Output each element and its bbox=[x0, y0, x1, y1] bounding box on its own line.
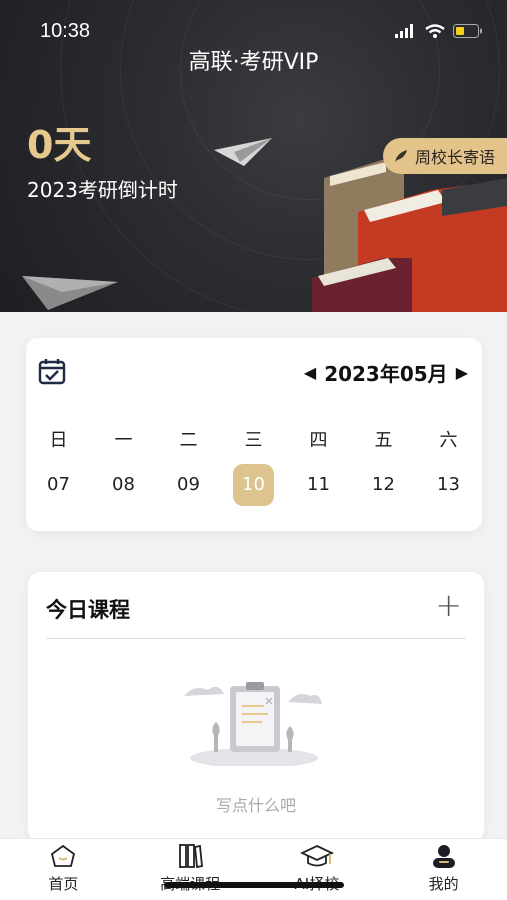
books-illustration bbox=[312, 160, 507, 312]
home-indicator bbox=[164, 882, 344, 888]
weekday-label: 四 bbox=[309, 430, 328, 451]
calendar-icon[interactable] bbox=[38, 357, 66, 385]
hero-banner: 10:38 高联·考研VIP 0天 2023考研倒计时 周校长寄语 bbox=[0, 0, 507, 312]
status-icons bbox=[395, 24, 483, 38]
today-course-card: 今日课程 + 写点什么吧 bbox=[28, 572, 484, 842]
date-cell[interactable]: 11 bbox=[298, 464, 339, 506]
paper-plane-icon bbox=[214, 138, 272, 166]
empty-clipboard-icon bbox=[184, 682, 322, 766]
tab-ai-school[interactable]: AI择校 bbox=[254, 839, 381, 900]
paper-plane-icon bbox=[22, 276, 118, 310]
add-course-button[interactable]: + bbox=[435, 586, 462, 624]
tab-label: 首页 bbox=[48, 875, 79, 893]
date-cell[interactable]: 08 bbox=[103, 464, 144, 506]
date-row: 07 08 09 10 11 12 13 bbox=[26, 464, 482, 506]
weekday-label: 五 bbox=[374, 430, 393, 451]
course-section-title: 今日课程 bbox=[46, 598, 130, 622]
month-label: 2023年05月 bbox=[324, 362, 448, 386]
graduation-cap-icon bbox=[299, 845, 334, 867]
tab-profile[interactable]: 我的 bbox=[380, 839, 507, 900]
calendar-card: ◀ 2023年05月 ▶ 日 一 二 三 四 五 六 07 08 09 10 1… bbox=[26, 338, 482, 531]
status-time: 10:38 bbox=[40, 20, 91, 42]
bottom-tab-bar: 首页 高端课程 AI择校 我的 bbox=[0, 838, 507, 900]
feather-icon bbox=[394, 150, 407, 162]
month-navigator: ◀ 2023年05月 ▶ bbox=[304, 358, 468, 387]
date-cell[interactable]: 12 bbox=[363, 464, 404, 506]
weekday-label: 二 bbox=[179, 430, 198, 451]
weekday-row: 日 一 二 三 四 五 六 bbox=[26, 426, 482, 452]
president-message-button[interactable]: 周校长寄语 bbox=[382, 138, 507, 174]
date-cell[interactable]: 09 bbox=[168, 464, 209, 506]
divider bbox=[46, 638, 466, 639]
empty-state-text: 写点什么吧 bbox=[215, 796, 296, 815]
home-icon bbox=[51, 844, 76, 867]
wifi-icon bbox=[425, 24, 445, 38]
prev-month-icon[interactable]: ◀ bbox=[304, 363, 316, 382]
date-cell-selected[interactable]: 10 bbox=[233, 464, 274, 506]
page-title: 高联·考研VIP bbox=[188, 50, 319, 75]
weekday-label: 一 bbox=[114, 430, 133, 451]
tab-home[interactable]: 首页 bbox=[0, 839, 127, 900]
weekday-label: 三 bbox=[244, 430, 263, 451]
books-icon bbox=[179, 844, 204, 869]
profile-icon bbox=[432, 845, 455, 868]
date-cell[interactable]: 07 bbox=[38, 464, 79, 506]
next-month-icon[interactable]: ▶ bbox=[456, 363, 468, 382]
battery-icon bbox=[453, 24, 482, 38]
signal-icon bbox=[395, 24, 413, 38]
weekday-label: 日 bbox=[49, 430, 68, 451]
weekday-label: 六 bbox=[439, 430, 458, 451]
tab-courses[interactable]: 高端课程 bbox=[127, 839, 254, 900]
tab-label: 我的 bbox=[428, 875, 459, 893]
countdown-days: 0天 bbox=[27, 123, 92, 167]
countdown-label: 2023考研倒计时 bbox=[27, 178, 178, 202]
president-message-label: 周校长寄语 bbox=[414, 148, 495, 167]
date-cell[interactable]: 13 bbox=[428, 464, 469, 506]
